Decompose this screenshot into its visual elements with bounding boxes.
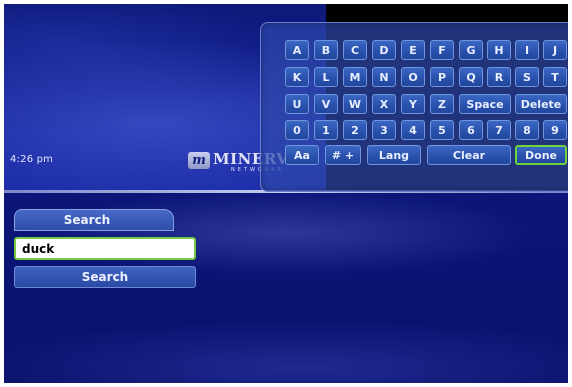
key-g[interactable]: G <box>459 40 483 60</box>
key-z[interactable]: Z <box>430 94 454 114</box>
key-clear[interactable]: Clear <box>427 145 511 165</box>
key-5[interactable]: 5 <box>430 120 454 140</box>
key-space[interactable]: Space <box>459 94 511 114</box>
key-f[interactable]: F <box>430 40 454 60</box>
onscreen-keyboard: A B C D E F G H I J K L M N O P Q R S T … <box>260 22 568 192</box>
key-6[interactable]: 6 <box>459 120 483 140</box>
key-4[interactable]: 4 <box>401 120 425 140</box>
key-k[interactable]: K <box>285 67 309 87</box>
search-button[interactable]: Search <box>14 266 196 288</box>
key-b[interactable]: B <box>314 40 338 60</box>
key-9[interactable]: 9 <box>543 120 567 140</box>
key-done[interactable]: Done <box>515 145 567 165</box>
key-7[interactable]: 7 <box>487 120 511 140</box>
key-0[interactable]: 0 <box>285 120 309 140</box>
key-w[interactable]: W <box>343 94 367 114</box>
clock-time: 4:26 pm <box>10 154 54 165</box>
key-2[interactable]: 2 <box>343 120 367 140</box>
key-y[interactable]: Y <box>401 94 425 114</box>
key-n[interactable]: N <box>372 67 396 87</box>
logo-badge: m <box>188 152 210 169</box>
key-a[interactable]: A <box>285 40 309 60</box>
key-d[interactable]: D <box>372 40 396 60</box>
tv-screen: 4:26 pm m MINERVA NETWORKS A B C D E F G… <box>4 4 568 383</box>
key-l[interactable]: L <box>314 67 338 87</box>
key-c[interactable]: C <box>343 40 367 60</box>
key-lang[interactable]: Lang <box>367 145 421 165</box>
key-h[interactable]: H <box>487 40 511 60</box>
key-8[interactable]: 8 <box>515 120 539 140</box>
key-i[interactable]: I <box>515 40 539 60</box>
key-j[interactable]: J <box>543 40 567 60</box>
key-e[interactable]: E <box>401 40 425 60</box>
key-delete[interactable]: Delete <box>515 94 567 114</box>
search-input[interactable] <box>14 237 196 260</box>
key-symbols[interactable]: # + <box>325 145 361 165</box>
key-v[interactable]: V <box>314 94 338 114</box>
key-s[interactable]: S <box>515 67 539 87</box>
key-t[interactable]: T <box>543 67 567 87</box>
key-x[interactable]: X <box>372 94 396 114</box>
key-r[interactable]: R <box>487 67 511 87</box>
key-q[interactable]: Q <box>459 67 483 87</box>
key-p[interactable]: P <box>430 67 454 87</box>
key-3[interactable]: 3 <box>372 120 396 140</box>
key-u[interactable]: U <box>285 94 309 114</box>
key-case-toggle[interactable]: Aa <box>285 145 319 165</box>
key-o[interactable]: O <box>401 67 425 87</box>
key-m[interactable]: M <box>343 67 367 87</box>
search-tab[interactable]: Search <box>14 209 174 231</box>
key-1[interactable]: 1 <box>314 120 338 140</box>
